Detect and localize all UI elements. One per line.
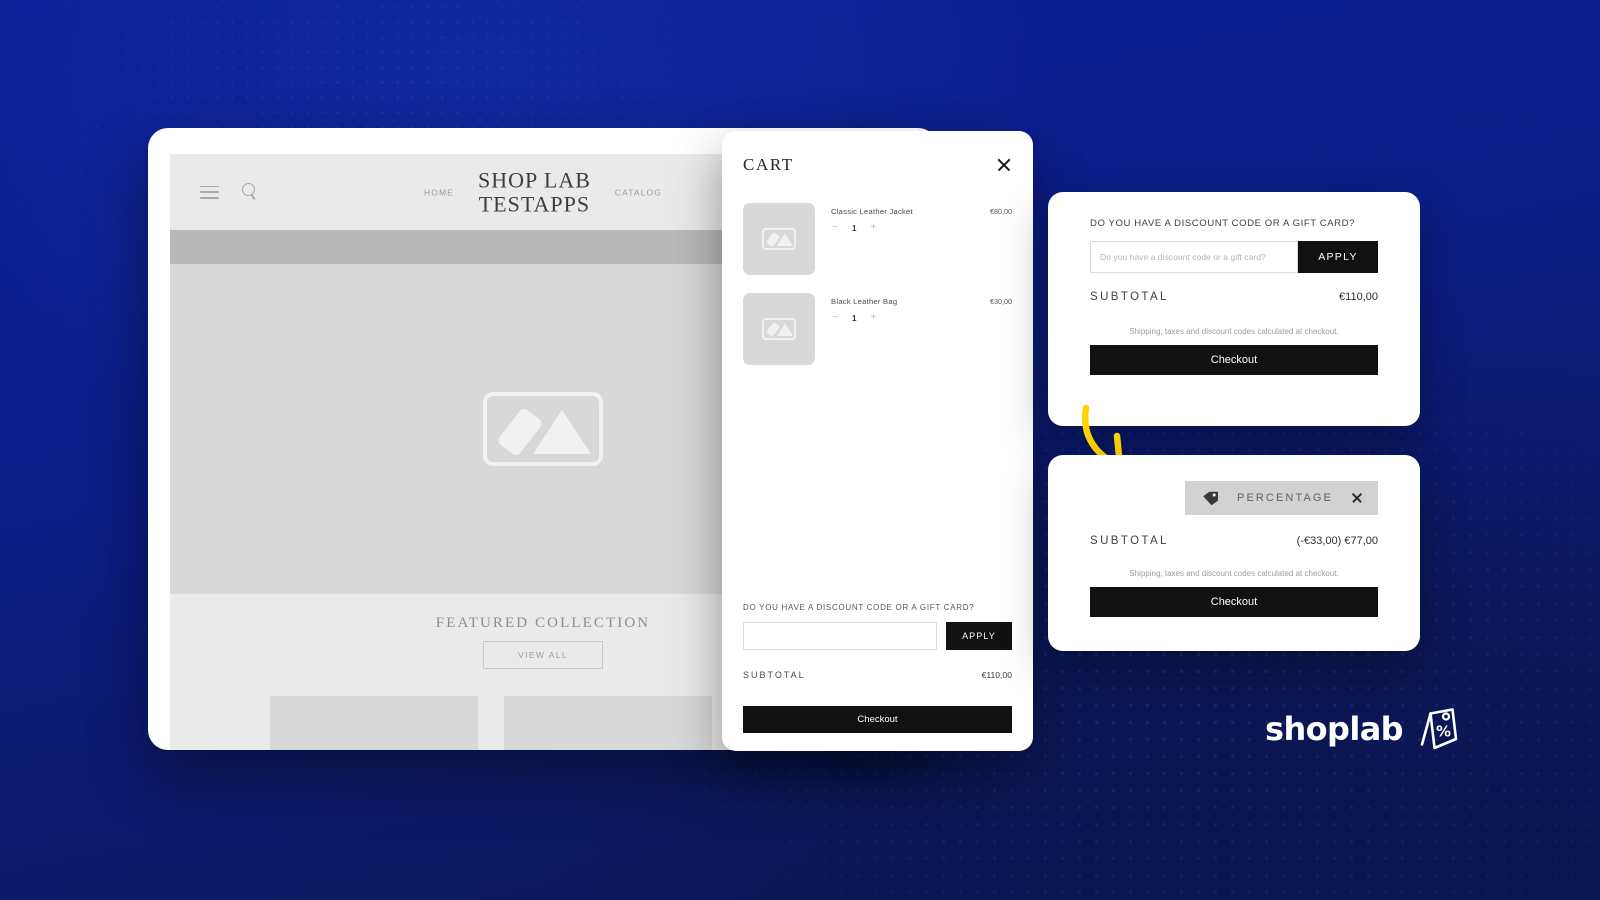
checkout-note: Shipping, taxes and discount codes calcu… [1129, 569, 1339, 578]
quantity-increment-button[interactable]: + [869, 313, 877, 323]
subtotal-row: SUBTOTAL €110,00 [1090, 291, 1378, 303]
quantity-value: 1 [852, 313, 857, 323]
cart-item-list: Classic Leather Jacket − 1 + €80,00 Blac… [743, 203, 1012, 365]
cart-item: Black Leather Bag − 1 + €30,00 [743, 293, 1012, 365]
applied-discount-row: PERCENTAGE [1090, 481, 1378, 515]
cart-item-price: €30,00 [990, 297, 1012, 306]
product-card[interactable] [504, 696, 712, 750]
product-card[interactable] [270, 696, 478, 750]
image-placeholder-icon [762, 318, 796, 340]
logo-wordmark: shoplab [1265, 710, 1404, 748]
cart-spacer [743, 365, 1012, 603]
price-tag-percent-icon: % [1420, 708, 1458, 750]
image-placeholder-icon [762, 228, 796, 250]
checkout-button[interactable]: Checkout [743, 706, 1012, 733]
cart-item: Classic Leather Jacket − 1 + €80,00 [743, 203, 1012, 275]
discount-prompt-label: DO YOU HAVE A DISCOUNT CODE OR A GIFT CA… [743, 603, 975, 612]
quantity-decrement-button[interactable]: − [831, 313, 839, 323]
quantity-value: 1 [852, 223, 857, 233]
featured-collection-title: FEATURED COLLECTION [435, 615, 651, 631]
cart-title: CART [743, 155, 794, 174]
cart-item-name: Classic Leather Jacket [831, 207, 913, 216]
nav-link-home[interactable]: HOME [424, 187, 454, 197]
nav-link-catalog[interactable]: CATALOG [615, 187, 662, 197]
discount-prompt-label: DO YOU HAVE A DISCOUNT CODE OR A GIFT CA… [1090, 218, 1355, 229]
view-all-button[interactable]: VIEW ALL [483, 641, 603, 669]
subtotal-value: €110,00 [981, 670, 1012, 680]
discount-card-before: DO YOU HAVE A DISCOUNT CODE OR A GIFT CA… [1048, 192, 1420, 426]
quantity-stepper: − 1 + [831, 313, 974, 323]
discount-code-input[interactable] [743, 622, 937, 650]
product-thumbnail [743, 293, 815, 365]
remove-discount-icon[interactable] [1351, 492, 1363, 504]
apply-discount-button[interactable]: APPLY [946, 622, 1012, 650]
subtotal-label: SUBTOTAL [1090, 291, 1169, 303]
subtotal-row: SUBTOTAL (-€33,00) €77,00 [1090, 535, 1378, 547]
screenshot-stage: HOME SHOP LAB TESTAPPS CATALOG FEATURED … [0, 0, 1600, 900]
store-brand-title: SHOP LAB TESTAPPS [477, 167, 591, 216]
cart-item-details: Black Leather Bag − 1 + [831, 293, 974, 323]
image-placeholder-icon [483, 392, 603, 466]
checkout-button[interactable]: Checkout [1090, 345, 1378, 375]
discount-code-input[interactable] [1090, 241, 1298, 273]
quantity-increment-button[interactable]: + [869, 223, 877, 233]
product-thumbnail [743, 203, 815, 275]
subtotal-label: SUBTOTAL [1090, 535, 1169, 547]
checkout-note: Shipping, taxes and discount codes calcu… [1129, 327, 1339, 336]
close-icon[interactable] [996, 157, 1012, 173]
price-tag-icon [1203, 491, 1219, 505]
discount-entry-row: APPLY [743, 622, 1012, 650]
quantity-decrement-button[interactable]: − [831, 223, 839, 233]
apply-discount-button[interactable]: APPLY [1298, 241, 1378, 273]
applied-discount-badge: PERCENTAGE [1185, 481, 1378, 515]
cart-item-name: Black Leather Bag [831, 297, 898, 306]
subtotal-value: €110,00 [1339, 291, 1378, 303]
cart-subtotal-row: SUBTOTAL €110,00 [743, 670, 1012, 680]
subtotal-label: SUBTOTAL [743, 670, 806, 680]
discount-card-after: PERCENTAGE SUBTOTAL (-€33,00) €77,00 Shi… [1048, 455, 1420, 651]
applied-discount-label: PERCENTAGE [1237, 492, 1333, 504]
quantity-stepper: − 1 + [831, 223, 974, 233]
cart-item-details: Classic Leather Jacket − 1 + [831, 203, 974, 233]
discount-entry-row: APPLY [1090, 241, 1378, 273]
cart-drawer: CART Classic Leather Jacket − 1 + €80,00… [722, 131, 1033, 751]
subtotal-value: (-€33,00) €77,00 [1296, 535, 1378, 547]
shoplab-logo: shoplab % [1265, 706, 1458, 752]
cart-header: CART [743, 155, 1012, 175]
cart-item-price: €80,00 [990, 207, 1012, 216]
checkout-button[interactable]: Checkout [1090, 587, 1378, 617]
svg-text:%: % [1436, 723, 1451, 741]
